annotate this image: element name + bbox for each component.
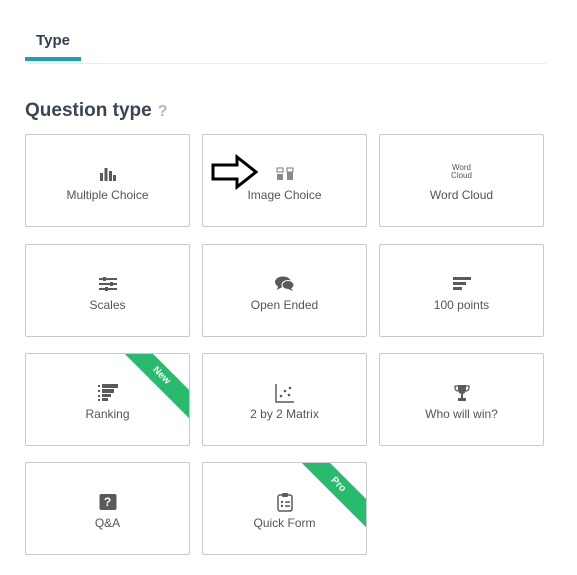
- card-label: Open Ended: [250, 298, 319, 312]
- horizontal-bars-icon: [452, 275, 471, 293]
- section-title-text: Question type: [25, 100, 152, 121]
- card-label: 2 by 2 Matrix: [250, 407, 319, 421]
- image-choice-icon: [276, 165, 294, 183]
- clipboard-form-icon: [276, 493, 293, 512]
- card-multiple-choice[interactable]: Multiple Choice: [25, 134, 190, 227]
- sliders-icon: [98, 275, 117, 293]
- card-qa[interactable]: ? Q&A: [25, 462, 190, 555]
- help-icon[interactable]: ?: [158, 103, 168, 121]
- word-cloud-icon-cloud: Cloud: [451, 171, 472, 180]
- card-label: Multiple Choice: [66, 188, 149, 202]
- card-label: Ranking: [85, 407, 130, 421]
- trophy-icon: [453, 384, 471, 402]
- tab-bar: Type: [25, 0, 546, 64]
- card-100-points[interactable]: 100 points: [379, 244, 544, 337]
- card-who-will-win[interactable]: Who will win?: [379, 353, 544, 446]
- card-scales[interactable]: Scales: [25, 244, 190, 337]
- card-label: Quick Form: [253, 516, 316, 530]
- card-2-by-2-matrix[interactable]: 2 by 2 Matrix: [202, 353, 367, 446]
- card-word-cloud[interactable]: Word Cloud Word Cloud: [379, 134, 544, 227]
- card-ranking[interactable]: Ranking New: [25, 353, 190, 446]
- scatter-matrix-icon: [274, 384, 295, 403]
- pointer-arrow-icon: [211, 154, 259, 190]
- card-open-ended[interactable]: Open Ended: [202, 244, 367, 337]
- card-quick-form[interactable]: Quick Form Pro: [202, 462, 367, 555]
- card-label: Who will win?: [425, 407, 498, 421]
- section-title: Question type?: [25, 100, 167, 122]
- card-label: Q&A: [94, 516, 121, 530]
- question-bubble-icon: ?: [99, 493, 116, 511]
- speech-bubbles-icon: [274, 275, 295, 293]
- word-cloud-icon: Word Cloud: [451, 163, 472, 181]
- question-bubble-glyph: ?: [99, 494, 116, 510]
- card-label: Word Cloud: [429, 188, 494, 202]
- bar-chart-icon: [99, 165, 116, 183]
- tab-active-indicator: [25, 57, 81, 61]
- card-label: Image Choice: [247, 188, 322, 202]
- card-label: Scales: [89, 298, 126, 312]
- tab-type[interactable]: Type: [25, 32, 81, 49]
- card-label: 100 points: [433, 298, 490, 312]
- ranking-icon: [97, 384, 118, 402]
